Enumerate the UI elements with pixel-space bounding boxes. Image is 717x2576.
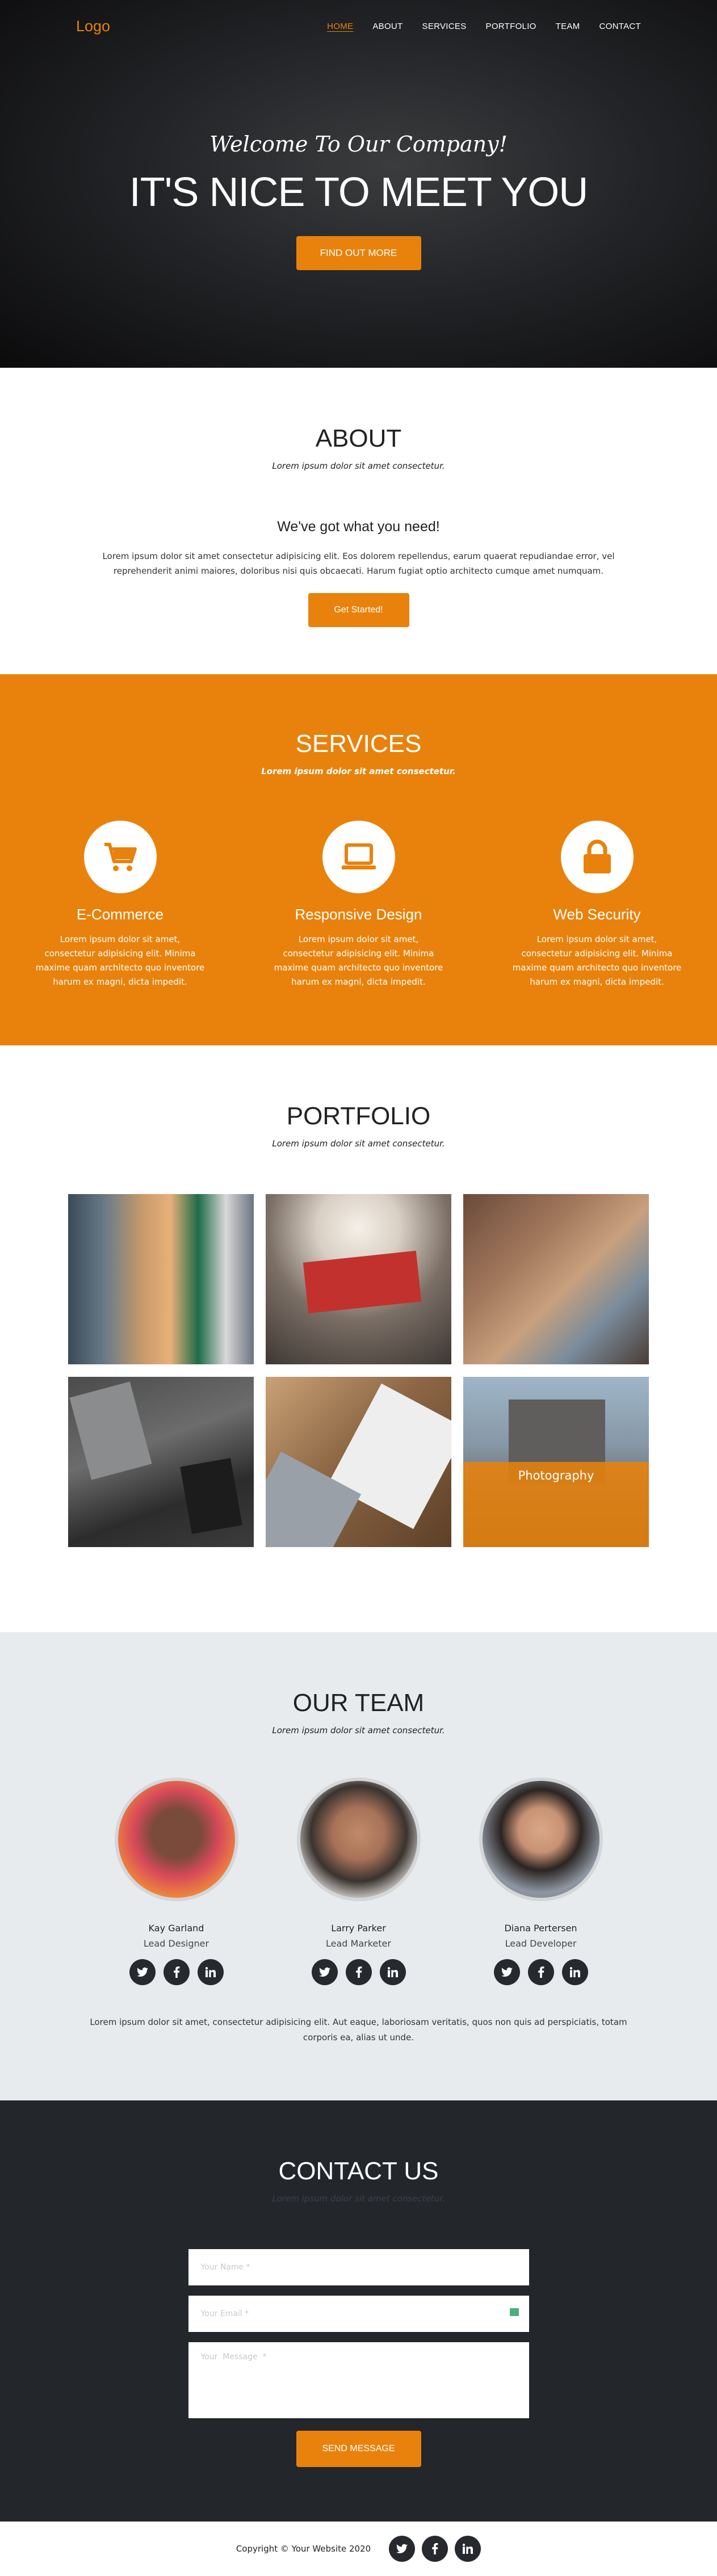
facebook-icon[interactable] — [345, 1959, 372, 1985]
about-title: ABOUT — [315, 425, 402, 452]
send-message-button[interactable]: SEND MESSAGE — [296, 2431, 421, 2467]
portfolio-item-guitar[interactable] — [463, 1194, 649, 1364]
linkedin-icon[interactable] — [197, 1959, 224, 1985]
contact-form: SEND MESSAGE — [188, 2249, 529, 2467]
service-text: Lorem ipsum dolor sit amet, consectetur … — [274, 934, 443, 987]
about-text: Lorem ipsum dolor sit amet consectetur a… — [102, 551, 615, 576]
linkedin-icon[interactable] — [561, 1959, 588, 1985]
portfolio-item-desk-gadgets[interactable] — [68, 1377, 254, 1547]
team-member: Kay Garland Lead Designer — [114, 1777, 238, 1985]
member-socials — [115, 1959, 238, 1985]
team-text: Lorem ipsum dolor sit amet, consectetur … — [90, 2017, 627, 2043]
avatar — [114, 1777, 238, 1901]
nav-home[interactable]: HOME — [327, 22, 353, 31]
autofill-icon[interactable] — [509, 2308, 519, 2316]
portfolio-subtitle: Lorem ipsum dolor sit amet consectetur. — [272, 1138, 445, 1149]
laptop-icon — [322, 821, 395, 893]
twitter-icon[interactable] — [493, 1959, 520, 1985]
member-socials — [297, 1959, 421, 1985]
hero-subtitle: Welcome To Our Company! — [209, 132, 508, 157]
about-section: ABOUT Lorem ipsum dolor sit amet consect… — [0, 368, 717, 674]
name-input[interactable] — [188, 2249, 529, 2285]
member-role: Lead Marketer — [326, 1938, 391, 1949]
nav-about[interactable]: ABOUT — [372, 22, 402, 31]
portfolio-title: PORTFOLIO — [286, 1102, 431, 1130]
about-heading: We've got what you need! — [277, 519, 440, 535]
email-field-wrap — [188, 2296, 529, 2332]
cart-icon — [83, 821, 157, 893]
email-input[interactable] — [188, 2296, 529, 2332]
portfolio-hover-label: Photography — [518, 1469, 594, 1482]
service-text: Lorem ipsum dolor sit amet, consectetur … — [512, 934, 682, 987]
hero-section: Logo HOME ABOUT SERVICES PORTFOLIO TEAM … — [0, 0, 717, 368]
team-members: Kay Garland Lead Designer Larry Parker L… — [0, 1777, 717, 1985]
services-subtitle: Lorem ipsum dolor sit amet consectetur. — [261, 766, 456, 776]
copyright-text: Copyright © Your Website 2020 — [236, 2544, 371, 2554]
portfolio-section: PORTFOLIO Lorem ipsum dolor sit amet con… — [0, 1045, 717, 1632]
contact-subtitle: Lorem ipsum dolor sit amet consectetur. — [272, 2193, 445, 2204]
avatar — [479, 1777, 603, 1901]
member-name: Kay Garland — [148, 1923, 204, 1934]
member-name: Larry Parker — [331, 1923, 386, 1934]
linkedin-icon[interactable] — [455, 2536, 481, 2562]
team-section: OUR TEAM Lorem ipsum dolor sit amet cons… — [0, 1632, 717, 2100]
nav-team[interactable]: TEAM — [556, 22, 580, 31]
team-member: Larry Parker Lead Marketer — [296, 1777, 421, 1985]
contact-section: CONTACT US Lorem ipsum dolor sit amet co… — [0, 2100, 717, 2522]
contact-title: CONTACT US — [278, 2157, 439, 2185]
hero-title: IT'S NICE TO MEET YOU — [129, 170, 589, 215]
facebook-icon[interactable] — [422, 2536, 448, 2562]
services-row: E-Commerce Lorem ipsum dolor sit amet, c… — [35, 821, 682, 989]
service-card: E-Commerce Lorem ipsum dolor sit amet, c… — [35, 821, 206, 989]
member-role: Lead Developer — [505, 1938, 577, 1949]
team-subtitle: Lorem ipsum dolor sit amet consectetur. — [272, 1725, 445, 1735]
twitter-icon[interactable] — [129, 1959, 156, 1985]
footer: Copyright © Your Website 2020 — [0, 2522, 717, 2576]
service-title: Responsive Design — [295, 906, 422, 923]
service-title: E-Commerce — [76, 906, 164, 923]
service-card: Responsive Design Lorem ipsum dolor sit … — [274, 821, 444, 989]
portfolio-item-photography[interactable]: Photography — [463, 1377, 649, 1547]
navbar: Logo HOME ABOUT SERVICES PORTFOLIO TEAM … — [0, 0, 717, 52]
lock-icon — [560, 821, 634, 893]
avatar — [296, 1777, 421, 1901]
services-title: SERVICES — [295, 730, 422, 758]
nav-portfolio[interactable]: PORTFOLIO — [486, 22, 536, 31]
facebook-icon[interactable] — [163, 1959, 190, 1985]
nav-services[interactable]: SERVICES — [422, 22, 467, 31]
team-title: OUR TEAM — [292, 1689, 425, 1717]
footer-socials — [389, 2536, 481, 2562]
nav-menu: HOME ABOUT SERVICES PORTFOLIO TEAM CONTA… — [327, 22, 641, 31]
member-role: Lead Designer — [143, 1938, 209, 1949]
find-out-more-button[interactable]: FIND OUT MORE — [296, 236, 421, 270]
about-subtitle: Lorem ipsum dolor sit amet consectetur. — [272, 461, 445, 471]
linkedin-icon[interactable] — [379, 1959, 406, 1985]
nav-contact[interactable]: CONTACT — [599, 22, 641, 31]
portfolio-hover-overlay: Photography — [463, 1462, 649, 1547]
facebook-icon[interactable] — [527, 1959, 554, 1985]
twitter-icon[interactable] — [311, 1959, 338, 1985]
logo[interactable]: Logo — [76, 18, 110, 35]
services-section: SERVICES Lorem ipsum dolor sit amet cons… — [0, 674, 717, 1045]
team-member: Diana Pertersen Lead Developer — [479, 1777, 603, 1985]
member-socials — [479, 1959, 603, 1985]
portfolio-item-laptop-notebook[interactable] — [266, 1377, 451, 1547]
portfolio-item-clothing-rack[interactable] — [68, 1194, 254, 1364]
member-name: Diana Pertersen — [504, 1923, 577, 1934]
hero-content: Welcome To Our Company! IT'S NICE TO MEE… — [0, 52, 717, 270]
portfolio-item-keep-exploring[interactable] — [266, 1194, 451, 1364]
service-title: Web Security — [553, 906, 641, 923]
portfolio-grid: Photography — [68, 1194, 649, 1547]
message-input[interactable] — [188, 2342, 529, 2418]
service-card: Web Security Lorem ipsum dolor sit amet,… — [512, 821, 682, 989]
twitter-icon[interactable] — [389, 2536, 416, 2562]
get-started-button[interactable]: Get Started! — [308, 593, 409, 627]
service-text: Lorem ipsum dolor sit amet, consectetur … — [35, 934, 205, 987]
